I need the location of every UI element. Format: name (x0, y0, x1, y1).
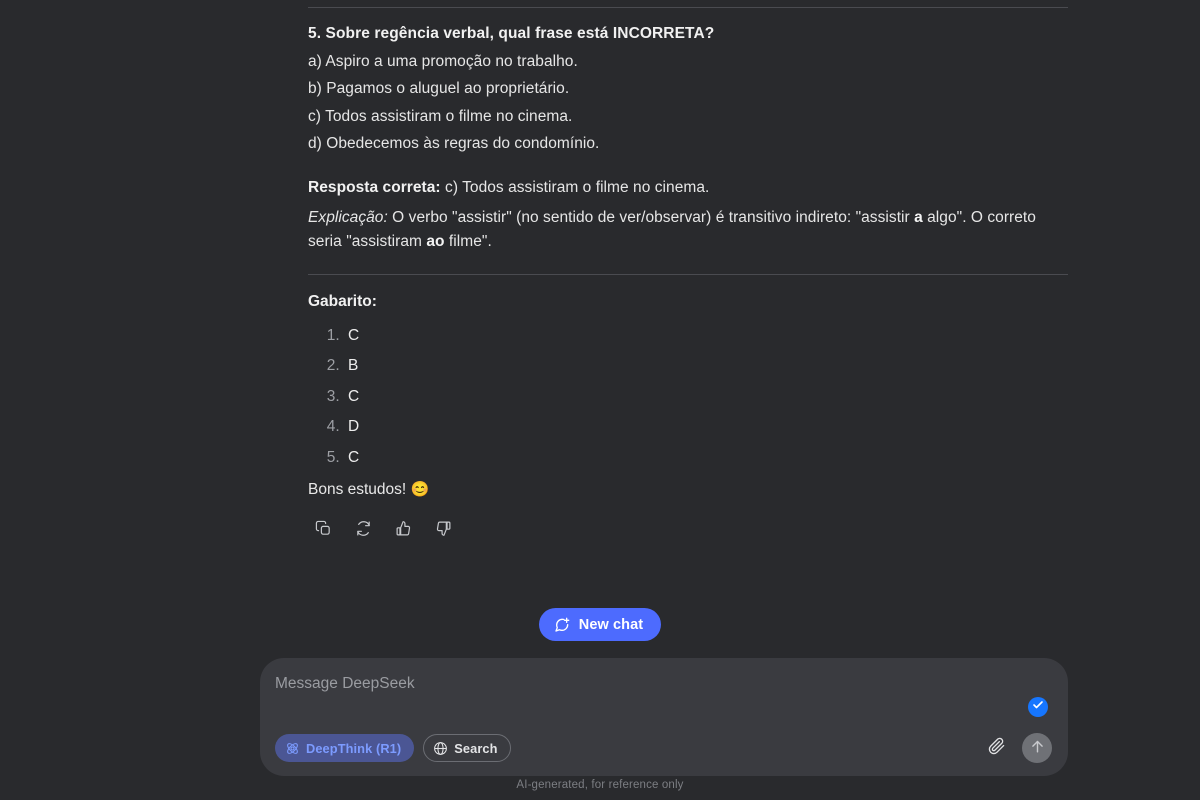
list-item: C (344, 388, 1068, 406)
message-input[interactable] (275, 675, 975, 693)
new-chat-icon (554, 617, 570, 633)
paperclip-icon (987, 736, 1006, 760)
list-item: D (344, 418, 1068, 436)
thumbs-up-button[interactable] (390, 516, 416, 542)
question-option-a: a) Aspiro a uma promoção no trabalho. (308, 52, 578, 70)
search-toggle[interactable]: Search (423, 734, 511, 762)
message-actions-bar (310, 516, 1068, 542)
copy-icon (315, 520, 332, 537)
check-icon (1032, 698, 1044, 716)
question-option-b: b) Pagamos o aluguel ao proprietário. (308, 80, 570, 97)
composer-right-controls (984, 697, 1052, 763)
explanation-part-3: filme". (444, 233, 492, 251)
thumbs-up-icon (395, 520, 412, 537)
atom-icon (285, 741, 300, 756)
disclaimer-footer: AI-generated, for reference only (516, 779, 684, 791)
arrow-up-icon (1029, 738, 1046, 758)
composer-tool-pills: DeepThink (R1) Search (275, 734, 511, 762)
gabarito-answer-3: C (348, 387, 360, 405)
send-message-button[interactable] (1022, 733, 1052, 763)
explanation-part-1: O verbo "assistir" (no sentido de ver/ob… (387, 209, 915, 226)
list-item: C (344, 449, 1068, 467)
gabarito-answer-5: C (348, 448, 360, 466)
explanation-bold-2: ao (426, 233, 445, 251)
list-item: B (344, 357, 1068, 375)
correct-answer-text: c) Todos assistiram o filme no cinema. (440, 179, 710, 196)
regenerate-icon (355, 520, 372, 537)
gabarito-answer-4: D (348, 418, 360, 436)
message-divider-mid (308, 273, 1068, 275)
new-chat-label: New chat (578, 616, 644, 633)
message-divider-top (308, 7, 1068, 8)
thumbs-down-icon (435, 520, 452, 537)
gabarito-list: C B C D C (308, 327, 1068, 467)
thumbs-down-button[interactable] (430, 516, 456, 542)
list-item: C (344, 327, 1068, 345)
explanation-bold-1: a (914, 209, 923, 226)
question-title: 5. Sobre regência verbal, qual frase est… (308, 25, 715, 42)
message-composer[interactable]: DeepThink (R1) Search (260, 658, 1068, 776)
new-chat-button[interactable]: New chat (538, 608, 662, 641)
closing-text: Bons estudos! (308, 480, 407, 498)
answer-block: Resposta correta: c) Todos assistiram o … (308, 179, 1068, 255)
copy-button[interactable] (310, 516, 336, 542)
question-option-d: d) Obedecemos às regras do condomínio. (308, 135, 600, 152)
smiling-face-emoji: 😊 (410, 480, 430, 498)
closing-line: Bons estudos! 😊 (308, 480, 1068, 499)
gabarito-answer-2: B (348, 357, 359, 375)
question-option-c: c) Todos assistiram o filme no cinema. (308, 107, 573, 125)
correct-answer-label: Resposta correta: (308, 179, 441, 196)
attach-file-button[interactable] (984, 736, 1008, 760)
gabarito-answer-1: C (348, 326, 360, 344)
deepthink-toggle[interactable]: DeepThink (R1) (275, 734, 415, 762)
composer-toolbar: DeepThink (R1) Search (260, 697, 1068, 763)
correct-answer-line: Resposta correta: c) Todos assistiram o … (308, 179, 1068, 197)
regenerate-button[interactable] (350, 516, 376, 542)
globe-icon (433, 741, 448, 756)
explanation-label: Explicação: (308, 209, 388, 226)
deepthink-label: DeepThink (R1) (306, 740, 402, 756)
status-badge (1028, 697, 1048, 717)
conversation-column: 5. Sobre regência verbal, qual frase est… (308, 0, 1068, 542)
chat-page: 5. Sobre regência verbal, qual frase est… (0, 0, 1200, 800)
gabarito-title: Gabarito: (308, 292, 377, 310)
search-label: Search (454, 740, 498, 756)
explanation-line: Explicação: O verbo "assistir" (no senti… (308, 206, 1068, 255)
new-chat-container: New chat (0, 608, 1200, 641)
